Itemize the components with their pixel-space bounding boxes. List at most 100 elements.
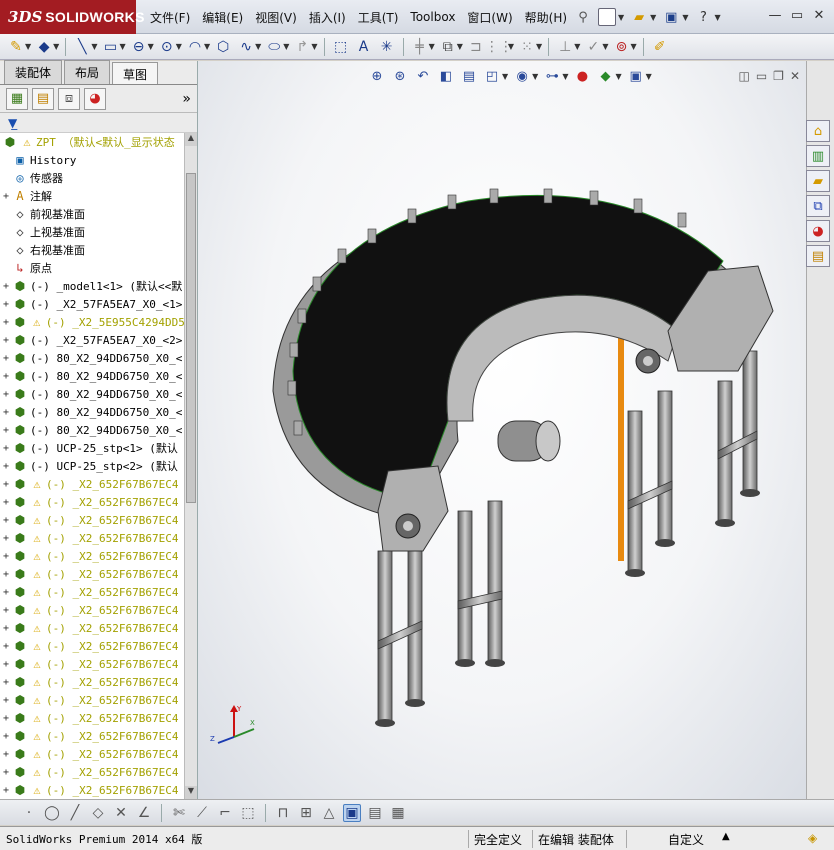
tree-root[interactable]: ⬢ ⚠ ZPT （默认<默认_显示状态 — [0, 133, 184, 151]
tree-item[interactable]: + ⬢ ⚠ (-) _X2_652F67B67EC4 — [0, 529, 184, 547]
expand-icon[interactable]: + — [0, 389, 12, 400]
menu-tools[interactable]: 工具(T) — [352, 9, 405, 26]
tree-item[interactable]: + ⬢ (-) 80_X2_94DD6750_X0_< — [0, 349, 184, 367]
tree-item[interactable]: + ⬢ ⚠ (-) _X2_652F67B67EC4 — [0, 727, 184, 745]
hide-show-dropdown-icon[interactable]: ▼ — [562, 72, 568, 81]
tree-item[interactable]: ◇ 前视基准面 — [0, 205, 184, 223]
expand-icon[interactable]: + — [0, 677, 12, 688]
tree-item[interactable]: + ⬢ ⚠ (-) _X2_652F67B67EC4 — [0, 781, 184, 799]
slot-dropdown-icon[interactable]: ▼ — [148, 42, 154, 51]
tree-item[interactable]: + ⬢ ⚠ (-) _X2_652F67B67EC4 — [0, 619, 184, 637]
ellipse-icon[interactable]: ⬭ — [264, 37, 284, 57]
circle-dropdown-icon[interactable]: ▼ — [176, 42, 182, 51]
edit-appearance-icon[interactable]: ● — [573, 67, 591, 85]
quick-snaps-icon[interactable]: ⊚ — [612, 37, 632, 57]
smart-dimension-icon[interactable]: ◆ — [34, 37, 54, 57]
trim-icon[interactable]: ╪ — [410, 37, 430, 57]
expand-icon[interactable]: + — [0, 335, 12, 346]
property-manager-icon[interactable]: ▤ — [32, 87, 54, 110]
display-style-dropdown-icon[interactable]: ▼ — [532, 72, 538, 81]
fillet-dropdown-icon[interactable]: ▼ — [311, 42, 317, 51]
tree-item[interactable]: ◇ 上视基准面 — [0, 223, 184, 241]
expand-icon[interactable]: + — [0, 767, 12, 778]
tab-sketch[interactable]: 草图 — [112, 62, 159, 84]
offset-icon[interactable]: ⊐ — [466, 37, 486, 57]
configuration-manager-icon[interactable]: ⧈ — [58, 87, 80, 110]
menu-window[interactable]: 窗口(W) — [461, 9, 518, 26]
expand-icon[interactable]: + — [0, 515, 12, 526]
zoom-area-icon[interactable]: ⊛ — [391, 67, 409, 85]
tab-assembly[interactable]: 装配体 — [4, 60, 63, 84]
ruler-icon[interactable]: ⊓ — [274, 804, 292, 822]
ellipse-dropdown-icon[interactable]: ▼ — [283, 42, 289, 51]
linear-pattern-icon[interactable]: ⁙ — [517, 37, 537, 57]
tab-layout[interactable]: 布局 — [64, 60, 111, 84]
restore-button[interactable]: ▭ — [788, 6, 806, 24]
tree-item[interactable]: + ⬢ (-) _X2_57FA5EA7_X0_<2> — [0, 331, 184, 349]
expand-icon[interactable]: + — [0, 731, 12, 742]
help-question-icon[interactable]: ? — [694, 8, 712, 26]
tree-item[interactable]: + ⬢ ⚠ (-) _X2_652F67B67EC4 — [0, 475, 184, 493]
display-relations-icon[interactable]: ⊥ — [555, 37, 575, 57]
shaded-view-icon[interactable]: ▣ — [343, 803, 361, 822]
save-icon[interactable]: ▣ — [662, 8, 680, 26]
menu-file[interactable]: 文件(F) — [144, 9, 196, 26]
tree-item[interactable]: + ⬢ ⚠ (-) _X2_652F67B67EC4 — [0, 493, 184, 511]
viewport-close-icon[interactable]: ✕ — [790, 69, 800, 83]
help-dropdown-icon[interactable]: ▼ — [714, 13, 720, 22]
conveyor-model[interactable] — [198, 121, 806, 741]
unit-system-arrow-icon[interactable]: ▲ — [722, 831, 730, 842]
close-button[interactable]: ✕ — [810, 6, 828, 24]
feature-manager-icon[interactable]: ▦ — [6, 87, 28, 110]
minimize-button[interactable]: — — [766, 6, 784, 24]
grid-icon[interactable]: ⊞ — [297, 804, 315, 822]
tree-item[interactable]: + ⬢ (-) UCP-25_stp<2> (默认 — [0, 457, 184, 475]
expand-icon[interactable]: + — [0, 317, 12, 328]
sketch-icon[interactable]: ✎ — [6, 37, 26, 57]
viewport-restore-icon[interactable]: ❐ — [773, 69, 784, 83]
trim-dropdown-icon[interactable]: ▼ — [429, 42, 435, 51]
file-explorer-icon[interactable]: ▰ — [806, 170, 830, 192]
spline-dropdown-icon[interactable]: ▼ — [255, 42, 261, 51]
point-small-icon[interactable]: · — [20, 804, 38, 822]
more-tabs-icon[interactable]: » — [182, 91, 191, 107]
circle-icon[interactable]: ⊙ — [157, 37, 177, 57]
save-dropdown-icon[interactable]: ▼ — [682, 13, 688, 22]
view-orientation-dropdown-icon[interactable]: ▼ — [502, 72, 508, 81]
mirror-dropdown-icon[interactable]: ▼ — [508, 42, 514, 51]
tree-item[interactable]: + ⬢ ⚠ (-) _X2_652F67B67EC4 — [0, 745, 184, 763]
view-palette-icon[interactable]: ⧉ — [806, 195, 830, 217]
tree-item[interactable]: + ⬢ (-) 80_X2_94DD6750_X0_< — [0, 385, 184, 403]
tree-item[interactable]: ▣ History — [0, 151, 184, 169]
cross-icon[interactable]: ✕ — [112, 804, 130, 822]
new-document-icon[interactable] — [598, 8, 616, 26]
dynamic-annotation-icon[interactable]: ▤ — [460, 67, 478, 85]
text-icon[interactable]: A — [354, 37, 374, 57]
arc-dropdown-icon[interactable]: ▼ — [204, 42, 210, 51]
zoom-to-fit-icon[interactable]: ⊕ — [368, 67, 386, 85]
extend-icon[interactable]: ⟋ — [193, 804, 211, 822]
arc-icon[interactable]: ◠ — [185, 37, 205, 57]
view-settings-dropdown-icon[interactable]: ▼ — [646, 72, 652, 81]
tree-item[interactable]: + ⬢ ⚠ (-) _X2_652F67B67EC4 — [0, 583, 184, 601]
scroll-thumb[interactable] — [186, 173, 196, 503]
triangle-icon[interactable]: △ — [320, 804, 338, 822]
open-dropdown-icon[interactable]: ▼ — [650, 13, 656, 22]
rectangle-dropdown-icon[interactable]: ▼ — [119, 42, 125, 51]
quick-tips-icon[interactable]: ◈ — [808, 831, 817, 845]
rapid-sketch-icon[interactable]: ✐ — [650, 37, 670, 57]
previous-view-icon[interactable]: ↶ — [414, 67, 432, 85]
expand-icon[interactable]: + — [0, 659, 12, 670]
tree-scrollbar[interactable]: ▲ ▼ — [184, 133, 197, 799]
apply-scene-icon[interactable]: ◆ — [596, 67, 614, 85]
tree-item[interactable]: + ⬢ ⚠ (-) _X2_652F67B67EC4 — [0, 763, 184, 781]
corner-icon[interactable]: ⌐ — [216, 804, 234, 822]
expand-icon[interactable]: + — [0, 479, 12, 490]
expand-icon[interactable]: + — [0, 569, 12, 580]
viewport-minimize-icon[interactable]: ▭ — [756, 69, 767, 83]
tree-item[interactable]: + ⬢ (-) 80_X2_94DD6750_X0_< — [0, 367, 184, 385]
box-select-icon[interactable]: ⬚ — [239, 804, 257, 822]
split-view-icon[interactable]: ◫ — [738, 69, 749, 83]
tree-item[interactable]: + ⬢ ⚠ (-) _X2_652F67B67EC4 — [0, 511, 184, 529]
tree-item[interactable]: + ⬢ (-) 80_X2_94DD6750_X0_< — [0, 421, 184, 439]
